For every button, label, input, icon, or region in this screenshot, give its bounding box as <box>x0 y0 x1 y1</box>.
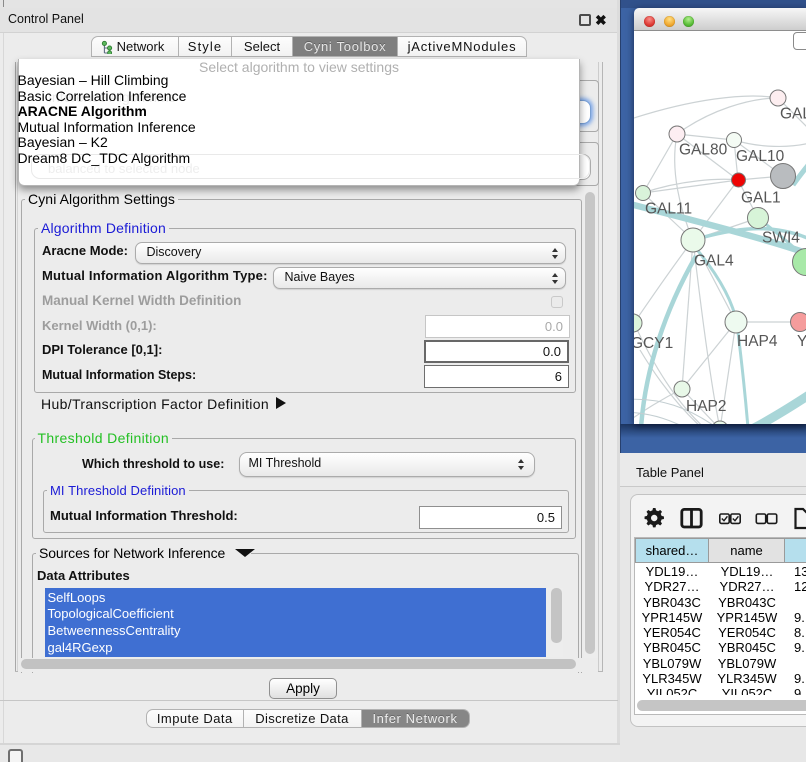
svg-text:GAL4: GAL4 <box>694 253 734 270</box>
svg-text:YD: YD <box>797 333 806 350</box>
svg-text:GAL11: GAL11 <box>645 201 692 218</box>
svg-text:GAL80: GAL80 <box>679 142 728 159</box>
svg-text:GAL1: GAL1 <box>741 190 781 207</box>
svg-text:HAP2: HAP2 <box>686 398 727 415</box>
svg-text:GAL7: GAL7 <box>780 106 806 123</box>
svg-text:GCY1: GCY1 <box>634 335 673 352</box>
svg-text:SWI4: SWI4 <box>762 230 800 247</box>
svg-text:GAL10: GAL10 <box>736 148 785 165</box>
svg-text:HAP4: HAP4 <box>737 333 778 350</box>
